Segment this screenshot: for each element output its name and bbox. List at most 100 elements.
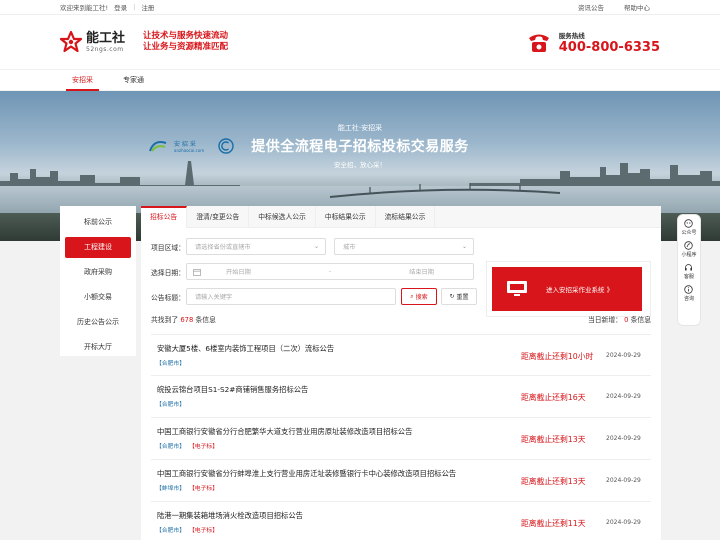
mini-program-button[interactable]: 小程序 (681, 241, 697, 258)
search-button[interactable]: ⌕ 搜索 (401, 288, 437, 305)
region-row: 项目区域： 请选择省份或直辖市 ⌄ 城市 ⌄ (151, 238, 474, 255)
wechat-icon (684, 219, 694, 228)
date-range-input[interactable]: 开始日期 - 结束日期 (186, 263, 474, 280)
bridge-image (330, 183, 560, 198)
floating-toolbar: 公众号 小程序 客服 咨询 (677, 214, 701, 326)
customer-service-button[interactable]: 客服 (684, 263, 694, 280)
region-tag: 【蚌埠市】 (156, 486, 185, 492)
tab-candidate[interactable]: 中标候选人公示 (249, 206, 316, 228)
mini-program-icon (684, 241, 694, 250)
region-tag: 【合肥市】 (156, 444, 185, 450)
banner-main-title: 提供全流程电子招标投标交易服务 (251, 139, 469, 155)
keyword-label: 公告标题： (151, 293, 185, 302)
banner-subtitle: 安全招，放心采！ (334, 161, 386, 169)
list-item[interactable]: 皖投云锦台项目S1-S2#商铺销售服务招标公告 【合肥市】 距离截止还剩16天 … (151, 376, 651, 418)
info-icon (684, 285, 694, 294)
list-item[interactable]: 陆港一期集装箱堆场消火栓改造项目招标公告 【合肥市】 【电子标】 距离截止还剩1… (151, 502, 651, 540)
brand-domain: 52ngs.com (86, 45, 124, 53)
end-date-placeholder[interactable]: 结束日期 (409, 267, 434, 276)
header: 能工社 52ngs.com 让技术与服务快速流动 让业务与资源精准匹配 服务热线… (0, 15, 720, 69)
province-placeholder: 请选择省份或直辖市 (195, 244, 251, 251)
tab-result[interactable]: 中标结果公示 (316, 206, 376, 228)
nav-tab-expert[interactable]: 专家通 (117, 70, 150, 91)
reset-button[interactable]: ↻ 重置 (441, 288, 477, 305)
chevron-down-icon: ⌄ (461, 243, 467, 250)
consult-label: 咨询 (683, 296, 694, 302)
start-date-placeholder[interactable]: 开始日期 (226, 267, 251, 276)
result-count: 678 (180, 316, 194, 324)
found-suffix: 条信息 (195, 316, 216, 324)
sidebar-item-engineering[interactable]: 工程建设 (65, 237, 131, 258)
date-label: 选择日期： (151, 268, 185, 277)
news-link[interactable]: 资讯公告 (578, 2, 604, 12)
notice-list: 安徽大厦5楼、6楼室内装饰工程项目（二次）流标公告 【合肥市】 距离截止还剩10… (151, 334, 651, 540)
enter-system-button[interactable]: 进入安招采作业系统 》 (492, 267, 642, 311)
hotline-number: 400-800-6335 (558, 39, 660, 55)
notice-title[interactable]: 皖投云锦台项目S1-S2#商铺销售服务招标公告 (157, 385, 308, 395)
sidebar-item-history[interactable]: 历史公告公示 (65, 312, 131, 333)
calendar-icon (193, 269, 201, 276)
search-button-label: 搜索 (415, 294, 428, 301)
sidebar-item-pre-bid[interactable]: 标前公示 (65, 212, 131, 233)
partner-logos: 安 招 采 anzhaocai.com (148, 138, 234, 154)
enter-system-label: 进入安招采作业系统 》 (546, 286, 614, 294)
keyword-input[interactable]: 请输入关键字 (186, 288, 396, 305)
banner-small-title: 能工社·安招采 (337, 124, 383, 132)
date-row: 选择日期： 开始日期 - 结束日期 (151, 263, 474, 280)
login-link[interactable]: 登录 (114, 2, 127, 12)
today-suffix: 条信息 (630, 316, 651, 324)
city-placeholder: 城市 (343, 244, 356, 251)
anzhaocai-logo-icon (149, 141, 167, 152)
sidebar-item-small-trade[interactable]: 小额交易 (65, 287, 131, 308)
filter-panel: 项目区域： 请选择省份或直辖市 ⌄ 城市 ⌄ 选择日期： 开始日期 - 结束日期 (141, 228, 661, 328)
tab-failed[interactable]: 流标结果公示 (376, 206, 436, 228)
brand-logo-icon (60, 31, 82, 53)
divider: | (133, 3, 136, 11)
sidebar-item-government[interactable]: 政府采购 (65, 262, 131, 283)
countdown: 距离截止还剩13天 (521, 477, 586, 486)
keyword-placeholder: 请输入关键字 (195, 294, 233, 301)
publish-date: 2024-09-29 (606, 435, 641, 442)
publish-date: 2024-09-29 (606, 519, 641, 526)
nav-tab-anzhaocai[interactable]: 安招采 (66, 70, 99, 91)
partner-domain: anzhaocai.com (174, 148, 205, 153)
list-item[interactable]: 中国工商银行安徽省分行蚌埠淮上支行营业用房迁址装修暨银行卡中心装修改造项目招标公… (151, 460, 651, 502)
register-link[interactable]: 注册 (141, 2, 154, 12)
refresh-icon: ↻ (449, 293, 455, 300)
mini-program-label: 小程序 (681, 252, 697, 258)
keyword-row: 公告标题： 请输入关键字 ⌕ 搜索 ↻ 重置 (151, 288, 477, 305)
tab-clarification[interactable]: 澄清/变更公告 (187, 206, 250, 228)
date-separator: - (328, 268, 332, 275)
region-tag: 【合肥市】 (156, 528, 185, 534)
wechat-official-label: 公众号 (681, 230, 697, 236)
list-item[interactable]: 中国工商银行安徽省分行合肥繁华大道支行营业用房原址装修改造项目招标公告 【合肥市… (151, 418, 651, 460)
region-label: 项目区域： (151, 243, 185, 252)
electronic-tag: 【电子标】 (189, 486, 218, 492)
sidebar-item-bid-hall[interactable]: 开标大厅 (65, 337, 131, 358)
category-sidebar: 标前公示 工程建设 政府采购 小额交易 历史公告公示 开标大厅 (60, 206, 136, 356)
wechat-official-button[interactable]: 公众号 (681, 219, 697, 236)
partner-name: 安 招 采 (174, 141, 196, 148)
list-item[interactable]: 安徽大厦5楼、6楼室内装饰工程项目（二次）流标公告 【合肥市】 距离截止还剩10… (151, 334, 651, 376)
headset-icon (685, 264, 693, 271)
notice-title[interactable]: 安徽大厦5楼、6楼室内装饰工程项目（二次）流标公告 (157, 344, 334, 354)
notice-title[interactable]: 陆港一期集装箱堆场消火栓改造项目招标公告 (157, 511, 303, 521)
consult-button[interactable]: 咨询 (684, 285, 694, 302)
notice-title[interactable]: 中国工商银行安徽省分行合肥繁华大道支行营业用房原址装修改造项目招标公告 (157, 427, 412, 437)
main-nav: 安招采 专家通 (0, 69, 720, 91)
city-select[interactable]: 城市 ⌄ (334, 238, 474, 255)
top-bar: 欢迎来到能工社! 登录 | 注册 资讯公告 帮助中心 (0, 0, 720, 15)
notice-title[interactable]: 中国工商银行安徽省分行蚌埠淮上支行营业用房迁址装修暨银行卡中心装修改造项目招标公… (157, 469, 456, 479)
publish-date: 2024-09-29 (606, 477, 641, 484)
region-tag: 【合肥市】 (156, 402, 185, 408)
customer-service-label: 客服 (683, 274, 694, 280)
province-select[interactable]: 请选择省份或直辖市 ⌄ (186, 238, 326, 255)
help-link[interactable]: 帮助中心 (624, 2, 650, 12)
slogan-line-1: 让技术与服务快速流动 (143, 31, 229, 41)
tab-tender-notice[interactable]: 招标公告 (141, 206, 188, 228)
phone-icon (528, 34, 549, 52)
brand[interactable]: 能工社 52ngs.com 让技术与服务快速流动 让业务与资源精准匹配 (60, 31, 228, 53)
hotline-label: 服务热线 (558, 31, 585, 40)
countdown: 距离截止还剩13天 (521, 435, 586, 444)
slogan-line-2: 让业务与资源精准匹配 (143, 42, 229, 52)
